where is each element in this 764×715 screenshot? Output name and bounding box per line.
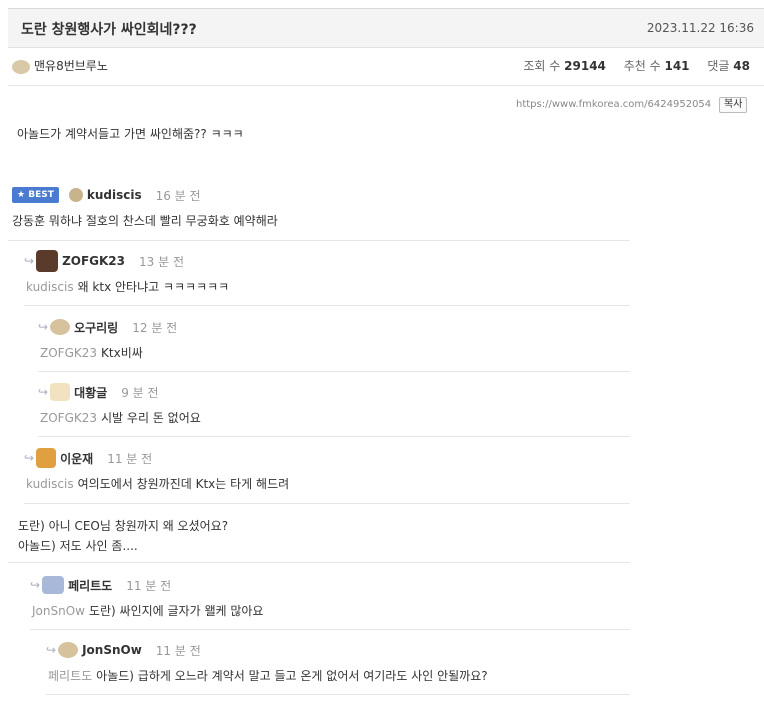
comment-item: ↪ 페리트도 11 분 전 JonSnOw 도란) 싸인지에 글자가 왤케 많아요	[30, 574, 630, 630]
comment-text: ZOFGK23 시발 우리 돈 없어요	[40, 411, 201, 425]
comment-item: ↪ 오구리링 12 분 전 ZOFGK23 Ktx비싸	[38, 316, 630, 372]
comment-author[interactable]: kudiscis	[87, 188, 142, 202]
comment-author[interactable]: 오구리링	[74, 319, 118, 336]
author-avatar-icon	[12, 59, 30, 74]
likes-label: 추천 수	[623, 59, 661, 73]
likes-count: 141	[664, 59, 690, 73]
comment-time: 16 분 전	[155, 188, 201, 203]
reply-to-user[interactable]: 페리트도	[48, 669, 92, 683]
views-label: 조회 수	[523, 59, 561, 73]
post-header: 도란 창원행사가 싸인회네??? 2023.11.22 16:36	[8, 8, 764, 48]
reply-arrow-icon: ↪	[46, 643, 57, 657]
comment-item: 도란) 아니 CEO님 창원까지 왜 오셨어요? 아놀드) 저도 사인 좀...…	[8, 515, 630, 563]
comments-label: 댓글	[707, 59, 730, 73]
post-meta: 맨유8번브루노 조회 수 29144 추천 수 141 댓글 48	[8, 47, 764, 86]
comment-item: ↪ ZOFGK23 13 분 전 kudiscis 왜 ktx 안타냐고 ㅋㅋㅋㅋ…	[24, 250, 630, 306]
reply-arrow-icon: ↪	[24, 254, 35, 268]
best-badge: ★ BEST	[12, 187, 59, 203]
reply-arrow-icon: ↪	[38, 320, 49, 334]
reply-to-user[interactable]: kudiscis	[26, 477, 74, 491]
reply-arrow-icon: ↪	[30, 578, 41, 592]
author-name: 맨유8번브루노	[34, 59, 108, 73]
comment-author[interactable]: 페리트도	[68, 577, 112, 594]
comment-time: 13 분 전	[139, 254, 184, 269]
user-avatar-icon	[36, 250, 59, 272]
comment-author[interactable]: 대황글	[74, 384, 107, 401]
views-count: 29144	[564, 59, 606, 73]
user-avatar-icon	[68, 188, 83, 202]
comment-item: ★ BEST kudiscis 16 분 전 강동훈 뭐하냐 절호의 찬스데 빨…	[8, 184, 630, 241]
copy-url-button[interactable]: 복사	[719, 97, 748, 113]
comments-count: 48	[733, 59, 750, 73]
comment-text: kudiscis 왜 ktx 안타냐고 ㅋㅋㅋㅋㅋㅋ	[26, 280, 230, 294]
comment-text: JonSnOw 도란) 싸인지에 글자가 왤케 많아요	[32, 604, 264, 618]
user-avatar-icon	[58, 642, 79, 658]
user-avatar-icon	[50, 319, 71, 335]
comment-text: 도란) 아니 CEO님 창원까지 왜 오셨어요?	[18, 519, 229, 533]
comment-item: ↪ 이운재 11 분 전 kudiscis 여의도에서 창원까진데 Ktx는 타게…	[24, 447, 630, 504]
post-body: 아놀드가 계약서들고 가면 싸인해줌?? ㅋㅋㅋ	[17, 127, 244, 141]
comment-author[interactable]: JonSnOw	[82, 643, 142, 657]
user-avatar-icon	[36, 448, 57, 468]
comment-text: 페리트도 아놀드) 급하게 오느라 계약서 말고 들고 온게 없어서 여기라도 사…	[48, 669, 488, 683]
comment-text-line2: 아놀드) 저도 사인 좀....	[18, 539, 138, 553]
reply-to-user[interactable]: kudiscis	[26, 280, 74, 294]
reply-to-user[interactable]: ZOFGK23	[40, 346, 97, 360]
comment-author[interactable]: ZOFGK23	[62, 254, 125, 268]
post-title: 도란 창원행사가 싸인회네???	[21, 22, 197, 38]
comment-time: 11 분 전	[126, 578, 172, 593]
comment-text: kudiscis 여의도에서 창원까진데 Ktx는 타게 해드려	[26, 477, 290, 491]
comment-time: 12 분 전	[132, 320, 178, 335]
comment-time: 9 분 전	[121, 385, 159, 400]
reply-arrow-icon: ↪	[24, 451, 35, 465]
post-stats: 조회 수 29144 추천 수 141 댓글 48	[523, 57, 750, 74]
comment-time: 11 분 전	[107, 451, 153, 466]
comment-item: ↪ 대황글 9 분 전 ZOFGK23 시발 우리 돈 없어요	[38, 381, 630, 437]
post-url[interactable]: https://www.fmkorea.com/6424952054	[516, 99, 711, 110]
comment-text: 강동훈 뭐하냐 절호의 찬스데 빨리 무궁화호 예약해라	[12, 214, 278, 228]
post-author[interactable]: 맨유8번브루노	[12, 57, 108, 74]
comment-text: ZOFGK23 Ktx비싸	[40, 346, 143, 360]
comment-time: 11 분 전	[155, 643, 201, 658]
reply-to-user[interactable]: JonSnOw	[32, 604, 85, 618]
comment-author[interactable]: 이운재	[60, 450, 93, 467]
user-avatar-icon	[42, 576, 65, 594]
user-avatar-icon	[50, 383, 71, 401]
reply-arrow-icon: ↪	[38, 385, 49, 399]
comment-item: ↪ JonSnOw 11 분 전 페리트도 아놀드) 급하게 오느라 계약서 말고…	[46, 639, 630, 695]
post-date: 2023.11.22 16:36	[646, 21, 754, 35]
reply-to-user[interactable]: ZOFGK23	[40, 411, 97, 425]
